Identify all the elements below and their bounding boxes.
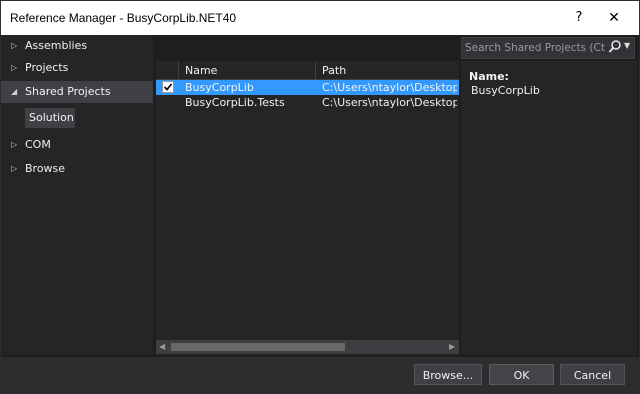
table-row[interactable]: BusyCorpLib.Tests C:\Users\ntaylor\Deskt…	[156, 95, 459, 110]
nav-item-com[interactable]: ▷ COM	[1, 134, 153, 156]
nav-item-assemblies[interactable]: ▷ Assemblies	[1, 35, 153, 57]
column-separator[interactable]	[178, 61, 179, 79]
table-row[interactable]: BusyCorpLib C:\Users\ntaylor\Desktop\Bus	[156, 80, 459, 95]
reference-manager-window: Reference Manager - BusyCorpLib.NET40 ? …	[0, 0, 640, 394]
scroll-right-icon[interactable]: ▶	[449, 342, 455, 351]
grid-header: Name Path	[156, 61, 459, 80]
expand-arrow-icon[interactable]: ▷	[11, 35, 17, 57]
category-nav: ▷ Assemblies ▷ Projects ◢ Shared Project…	[1, 35, 153, 355]
nav-item-projects[interactable]: ▷ Projects	[1, 57, 153, 79]
ok-button[interactable]: OK	[489, 364, 554, 385]
window-title: Reference Manager - BusyCorpLib.NET40	[10, 11, 237, 25]
scrollbar-thumb[interactable]	[171, 343, 345, 351]
detail-name-label: Name:	[469, 70, 509, 83]
cancel-button[interactable]: Cancel	[560, 364, 625, 385]
search-icon[interactable]	[608, 39, 622, 55]
nav-item-browse[interactable]: ▷ Browse	[1, 158, 153, 180]
nav-item-label: Projects	[25, 61, 69, 74]
cell-name: BusyCorpLib	[185, 81, 254, 94]
horizontal-scrollbar[interactable]: ◀ ▶	[156, 340, 459, 354]
title-bar: Reference Manager - BusyCorpLib.NET40 ? …	[1, 1, 639, 35]
nav-subitem-solution[interactable]: Solution	[25, 108, 75, 128]
nav-item-label: Shared Projects	[25, 85, 111, 98]
browse-button[interactable]: Browse...	[414, 364, 482, 385]
column-separator[interactable]	[315, 61, 316, 79]
help-button[interactable]: ?	[566, 7, 592, 29]
projects-grid: Name Path BusyCorpLib C:\Users\ntaylor\D…	[156, 61, 459, 355]
nav-item-label: COM	[25, 138, 51, 151]
search-input[interactable]	[465, 40, 605, 55]
chevron-down-icon[interactable]: ▼	[624, 41, 630, 50]
expand-arrow-icon[interactable]: ▷	[11, 134, 17, 156]
nav-item-label: Browse	[25, 162, 66, 175]
scroll-left-icon[interactable]: ◀	[159, 342, 165, 351]
nav-item-label: Assemblies	[25, 39, 88, 52]
column-header-path[interactable]: Path	[322, 64, 346, 77]
detail-name-value: BusyCorpLib	[471, 84, 540, 97]
expand-arrow-icon[interactable]: ▷	[11, 57, 17, 79]
dialog-footer: Browse... OK Cancel	[1, 357, 639, 393]
cell-path: C:\Users\ntaylor\Desktop\Bus	[322, 81, 457, 94]
cell-name: BusyCorpLib.Tests	[185, 96, 285, 109]
checkmark-icon	[163, 83, 173, 91]
search-box[interactable]: ▼	[461, 37, 635, 59]
collapse-arrow-icon[interactable]: ◢	[11, 81, 17, 103]
expand-arrow-icon[interactable]: ▷	[11, 158, 17, 180]
column-header-name[interactable]: Name	[185, 64, 217, 77]
details-pane: Name: BusyCorpLib	[461, 61, 637, 355]
close-button[interactable]: ✕	[601, 7, 627, 29]
nav-item-shared-projects[interactable]: ◢ Shared Projects	[1, 81, 153, 103]
row-checkbox[interactable]	[162, 81, 174, 93]
cell-path: C:\Users\ntaylor\Desktop\Bus	[322, 96, 457, 109]
